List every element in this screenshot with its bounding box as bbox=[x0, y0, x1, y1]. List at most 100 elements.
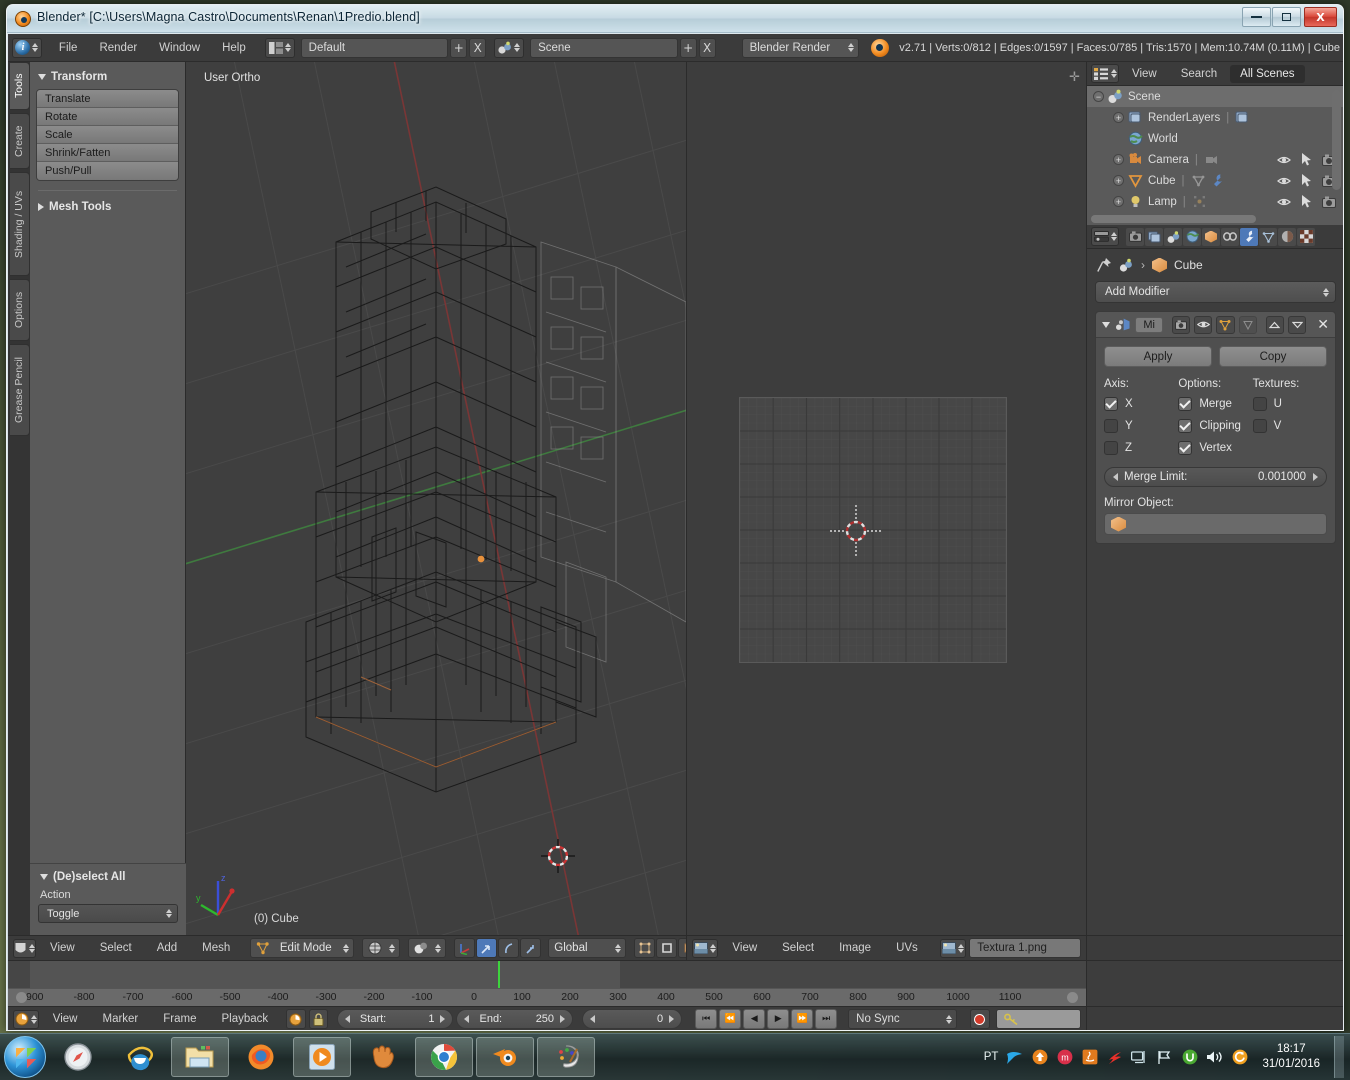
axis-y-row[interactable]: Y bbox=[1104, 419, 1178, 433]
increment-icon[interactable] bbox=[669, 1015, 675, 1023]
vertex-select-mode-button[interactable] bbox=[634, 938, 656, 958]
jump-to-end-button[interactable]: ⏭ bbox=[815, 1009, 838, 1029]
axis-z-row[interactable]: Z bbox=[1104, 441, 1178, 455]
outliner-vertical-scrollbar[interactable] bbox=[1332, 90, 1341, 190]
ruler-scroll-handle-left[interactable] bbox=[16, 992, 27, 1003]
expand-toggle-icon[interactable]: + bbox=[1113, 154, 1124, 165]
timeline-menu-marker[interactable]: Marker bbox=[91, 1011, 149, 1027]
play-button[interactable]: ▶ bbox=[767, 1009, 790, 1029]
uv-menu-uvs[interactable]: UVs bbox=[885, 940, 929, 956]
menu-window[interactable]: Window bbox=[148, 40, 211, 56]
taskbar-item-firefox[interactable] bbox=[232, 1037, 290, 1077]
timeline-editor[interactable]: -900 -800 -700 -600 -500 -400 -300 -200 … bbox=[8, 960, 1086, 1006]
decrement-icon[interactable] bbox=[344, 1015, 350, 1023]
tab-grease-pencil[interactable]: Grease Pencil bbox=[10, 344, 30, 436]
modifier-name-field[interactable]: Mi bbox=[1135, 316, 1163, 333]
cursor-arrow-icon[interactable] bbox=[1301, 153, 1312, 166]
tab-options[interactable]: Options bbox=[10, 279, 30, 341]
texture-u-row[interactable]: U bbox=[1252, 397, 1327, 411]
expand-toggle-icon[interactable]: + bbox=[1113, 196, 1124, 207]
uv-menu-view[interactable]: View bbox=[721, 940, 768, 956]
timeline-playhead[interactable] bbox=[498, 961, 500, 989]
tab-constraints[interactable] bbox=[1221, 227, 1239, 246]
jump-to-next-keyframe-button[interactable]: ⏩ bbox=[791, 1009, 814, 1029]
uv-menu-select[interactable]: Select bbox=[771, 940, 825, 956]
texture-v-checkbox[interactable] bbox=[1252, 419, 1267, 433]
outliner-menu-search[interactable]: Search bbox=[1170, 66, 1228, 82]
outliner-row-cube[interactable]: + Cube | bbox=[1087, 170, 1343, 191]
outliner-menu-view[interactable]: View bbox=[1121, 66, 1168, 82]
flash-icon[interactable] bbox=[1106, 1049, 1123, 1066]
tab-object[interactable] bbox=[1202, 227, 1220, 246]
clipping-checkbox[interactable] bbox=[1178, 419, 1193, 433]
shrink-fatten-button[interactable]: Shrink/Fatten bbox=[37, 144, 178, 162]
option-vertex-row[interactable]: Vertex bbox=[1178, 441, 1252, 455]
decrement-icon[interactable] bbox=[590, 1015, 596, 1023]
play-reverse-button[interactable]: ◀ bbox=[743, 1009, 766, 1029]
taskbar-item-internet-explorer[interactable] bbox=[110, 1037, 168, 1077]
increment-icon[interactable] bbox=[560, 1015, 566, 1023]
move-modifier-down-button[interactable] bbox=[1288, 315, 1307, 334]
uv-corner-widget[interactable]: ✛ bbox=[1069, 70, 1080, 85]
delete-modifier-button[interactable]: ✕ bbox=[1317, 317, 1329, 333]
tray-language-indicator[interactable]: PT bbox=[984, 1051, 999, 1063]
end-frame-field[interactable]: End: 250 bbox=[456, 1009, 574, 1029]
modifier-editmode-toggle[interactable] bbox=[1216, 315, 1235, 334]
mesh-tools-panel-header[interactable]: Mesh Tools bbox=[36, 200, 179, 219]
mega-icon[interactable]: m bbox=[1056, 1049, 1073, 1066]
jump-to-start-button[interactable]: ⏮ bbox=[695, 1009, 718, 1029]
editor-type-outliner-button[interactable] bbox=[1091, 64, 1119, 83]
outliner-row-lamp[interactable]: + Lamp | bbox=[1087, 191, 1343, 212]
utorrent-icon[interactable] bbox=[1181, 1049, 1198, 1066]
interaction-mode-selector[interactable]: Edit Mode bbox=[250, 938, 355, 958]
renderlayers-data-icon[interactable] bbox=[1235, 110, 1250, 125]
taskbar-item-chrome[interactable] bbox=[415, 1037, 473, 1077]
maximize-button[interactable] bbox=[1272, 7, 1301, 27]
camera-data-icon[interactable] bbox=[1204, 152, 1219, 167]
mesh-data-icon[interactable] bbox=[1191, 173, 1206, 188]
update-icon[interactable] bbox=[1031, 1049, 1048, 1066]
taskbar-item-blender[interactable] bbox=[476, 1037, 534, 1077]
cursor-arrow-icon[interactable] bbox=[1301, 195, 1312, 208]
editor-type-uvimage-button[interactable] bbox=[692, 938, 719, 958]
view3d-menu-view[interactable]: View bbox=[39, 940, 86, 956]
scene-selector[interactable] bbox=[494, 37, 525, 58]
texture-v-row[interactable]: V bbox=[1252, 419, 1327, 433]
outliner-row-renderlayers[interactable]: + RenderLayers | bbox=[1087, 107, 1343, 128]
translate-button[interactable]: Translate bbox=[37, 90, 178, 108]
menu-render[interactable]: Render bbox=[88, 40, 148, 56]
vertex-checkbox[interactable] bbox=[1178, 441, 1193, 455]
uv-image-editor[interactable]: ✛ bbox=[686, 62, 1086, 935]
minimize-button[interactable] bbox=[1242, 7, 1271, 27]
tab-shading-uvs[interactable]: Shading / UVs bbox=[10, 172, 30, 276]
viewport-shading-selector[interactable] bbox=[362, 938, 401, 958]
tab-tools[interactable]: Tools bbox=[10, 62, 30, 110]
axis-y-checkbox[interactable] bbox=[1104, 419, 1118, 433]
pivot-point-selector[interactable] bbox=[408, 938, 447, 958]
modifier-render-toggle[interactable] bbox=[1171, 315, 1191, 334]
taskbar-clock[interactable]: 18:17 31/01/2016 bbox=[1256, 1042, 1326, 1072]
decrement-icon[interactable] bbox=[464, 1015, 470, 1023]
outliner-row-world[interactable]: World bbox=[1087, 128, 1343, 149]
lamp-data-icon[interactable] bbox=[1192, 194, 1207, 209]
timeline-menu-view[interactable]: View bbox=[42, 1011, 89, 1027]
taskbar-item-gimp[interactable] bbox=[354, 1037, 412, 1077]
merge-limit-field[interactable]: Merge Limit: 0.001000 bbox=[1104, 467, 1327, 487]
start-frame-field[interactable]: Start: 1 bbox=[336, 1009, 454, 1029]
timeline-menu-playback[interactable]: Playback bbox=[211, 1011, 280, 1027]
mirror-object-field[interactable] bbox=[1104, 513, 1327, 535]
increment-icon[interactable] bbox=[1313, 473, 1318, 481]
java-icon[interactable] bbox=[1081, 1049, 1098, 1066]
axis-x-row[interactable]: X bbox=[1104, 397, 1178, 411]
tab-render[interactable] bbox=[1126, 227, 1144, 246]
auto-keyframe-button[interactable] bbox=[970, 1009, 990, 1029]
apply-modifier-button[interactable]: Apply bbox=[1104, 346, 1212, 367]
pin-icon[interactable] bbox=[1097, 257, 1112, 273]
modifier-cage-toggle[interactable] bbox=[1238, 315, 1257, 334]
collapse-toggle-icon[interactable]: − bbox=[1093, 91, 1104, 102]
taskbar-item-file-explorer[interactable] bbox=[171, 1037, 229, 1077]
eye-icon[interactable] bbox=[1277, 197, 1291, 207]
taskbar-item-paint[interactable] bbox=[537, 1037, 595, 1077]
tab-render-layers[interactable] bbox=[1145, 227, 1163, 246]
outliner-row-scene[interactable]: − Scene bbox=[1087, 86, 1343, 107]
